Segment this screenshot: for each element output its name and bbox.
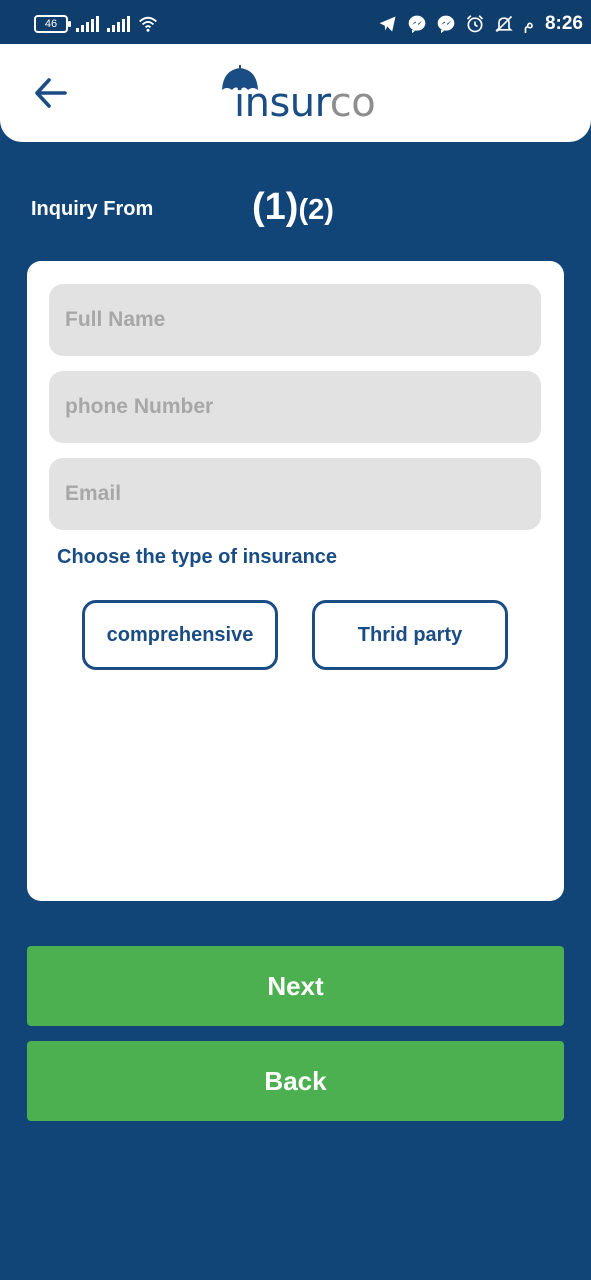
- am-pm-label: م: [523, 14, 534, 33]
- insurco-logo: insurco: [220, 64, 380, 126]
- insurance-type-label: Choose the type of insurance: [57, 546, 338, 568]
- step-current: (1): [252, 186, 299, 228]
- signal-icon: [107, 16, 130, 32]
- status-right: م 8:26: [378, 13, 583, 35]
- status-left: 46: [34, 14, 158, 34]
- telegram-icon: [380, 16, 396, 32]
- signal-icon: [76, 16, 99, 32]
- alarm-icon: [467, 15, 484, 33]
- battery-level: 46: [44, 18, 58, 30]
- logo-part-co: co: [329, 80, 376, 126]
- step-indicator: (1)(2): [252, 186, 334, 229]
- back-button[interactable]: Back: [27, 1041, 564, 1121]
- next-button[interactable]: Next: [27, 946, 564, 1026]
- page-title: Inquiry From: [31, 198, 154, 220]
- wifi-icon: [139, 16, 157, 32]
- messenger-icon: [409, 15, 426, 34]
- logo-part-insur: insur: [234, 80, 330, 126]
- messenger-icon: [438, 15, 455, 34]
- mute-icon: [495, 15, 514, 33]
- arrow-left-icon[interactable]: [32, 74, 70, 112]
- clock: 8:26: [544, 13, 583, 34]
- email-input[interactable]: [49, 458, 541, 530]
- step-next: (2): [298, 194, 334, 226]
- logo-wordmark: insurco: [234, 80, 376, 126]
- comprehensive-option-button[interactable]: comprehensive: [82, 600, 278, 670]
- full-name-input[interactable]: [49, 284, 541, 356]
- battery-icon: 46: [34, 15, 71, 33]
- form-card: Choose the type of insurance comprehensi…: [27, 261, 564, 901]
- phone-number-input[interactable]: [49, 371, 541, 443]
- app-bar: insurco: [0, 44, 591, 142]
- third-party-option-button[interactable]: Thrid party: [312, 600, 508, 670]
